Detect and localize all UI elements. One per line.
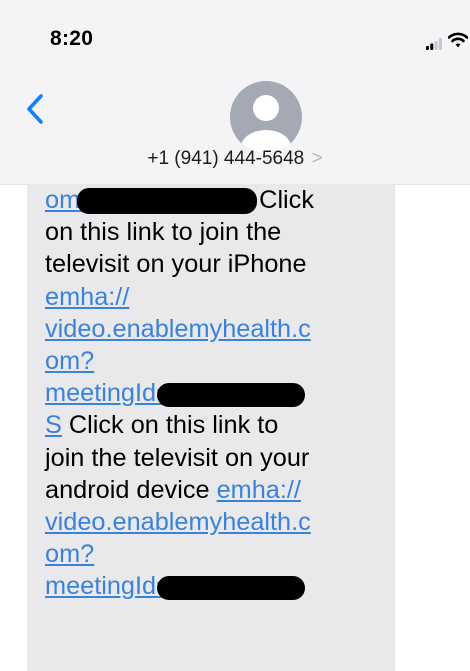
message-line: S Click on this link to	[45, 409, 385, 441]
message-link[interactable]: meetingId=	[45, 379, 171, 407]
message-text-segment: Click on this link to	[61, 411, 279, 440]
message-text: om/Click on this link to join the televisi…	[45, 184, 385, 603]
message-link[interactable]: S	[45, 411, 62, 439]
redaction-mark	[156, 575, 305, 600]
message-line: meetingId=	[45, 570, 385, 602]
message-link[interactable]: emha://	[217, 476, 301, 504]
message-text-segment: Click	[259, 186, 314, 214]
message-line: emha://	[45, 281, 385, 313]
redaction-mark	[77, 188, 258, 215]
message-line: on this link to join the	[45, 216, 385, 248]
status-time: 8:20	[50, 27, 94, 50]
message-link[interactable]: video.enablemyhealth.c	[45, 315, 311, 343]
back-chevron-icon[interactable]	[25, 93, 45, 125]
message-line: video.enablemyhealth.c	[45, 313, 385, 345]
message-line: video.enablemyhealth.c	[45, 506, 385, 538]
message-link[interactable]: emha://	[45, 283, 129, 311]
message-text-segment: join the televisit on your	[45, 443, 310, 472]
conversation-header: 8:20 +1 (941) 444-5648 >	[0, 0, 470, 185]
message-line: televisit on your iPhone	[45, 248, 385, 280]
contact-avatar-icon[interactable]	[230, 81, 302, 153]
signal-icon	[426, 38, 442, 50]
message-link[interactable]: om?	[45, 347, 94, 375]
message-text-segment: on this link to join the	[45, 218, 282, 247]
message-text-segment: android device	[45, 475, 217, 504]
message-line: meetingId=	[45, 377, 385, 409]
message-link[interactable]: meetingId=	[45, 572, 171, 600]
wifi-icon	[448, 32, 468, 48]
message-link[interactable]: video.enablemyhealth.c	[45, 508, 311, 536]
message-line: om/Click	[45, 184, 385, 216]
message-line: join the televisit on your	[45, 442, 385, 474]
message-line: om?	[45, 538, 385, 570]
message-line: om?	[45, 345, 385, 377]
message-bubble: om/Click on this link to join the televisi…	[27, 184, 395, 671]
chevron-right-icon: >	[311, 148, 323, 169]
message-link[interactable]: om?	[45, 540, 94, 568]
redaction-mark	[156, 382, 305, 407]
message-text-segment: televisit on your iPhone	[45, 250, 307, 279]
message-line: android device emha://	[45, 474, 385, 506]
contact-name-button[interactable]: +1 (941) 444-5648 >	[0, 148, 470, 170]
contact-number: +1 (941) 444-5648	[147, 148, 305, 169]
